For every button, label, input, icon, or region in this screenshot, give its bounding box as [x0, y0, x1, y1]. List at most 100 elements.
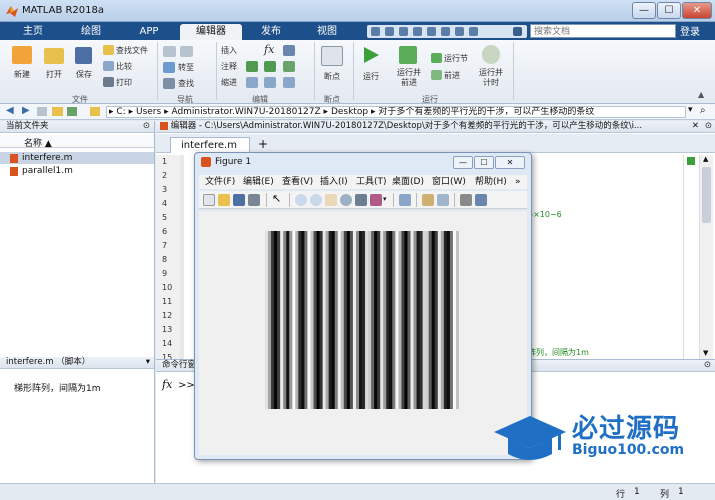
- run-and-time-icon[interactable]: [482, 45, 500, 64]
- paste-icon[interactable]: [413, 27, 422, 36]
- menu-window[interactable]: 窗口(W): [432, 175, 466, 189]
- file-name[interactable]: interfere.m: [22, 152, 72, 164]
- panel-menu-icon[interactable]: ⊙: [704, 360, 711, 371]
- figure-window[interactable]: Figure 1 — ☐ ✕ 文件(F) 编辑(E) 查看(V) 插入(I) 工…: [194, 152, 532, 460]
- find-icon[interactable]: [163, 78, 175, 89]
- data-cursor-icon[interactable]: [355, 194, 367, 206]
- hide-plot-tools-icon[interactable]: [460, 194, 472, 206]
- run-section-icon[interactable]: [431, 53, 442, 63]
- run-section-button[interactable]: 运行节: [444, 53, 468, 64]
- uncomment-icon[interactable]: [264, 61, 276, 72]
- menu-edit[interactable]: 编辑(E): [243, 175, 274, 189]
- run-icon[interactable]: [362, 46, 380, 64]
- help-dropdown-icon[interactable]: [513, 27, 522, 36]
- advance-icon[interactable]: [431, 70, 442, 80]
- file-list-header[interactable]: 名称 ▲: [0, 135, 154, 149]
- pan-hand-icon[interactable]: [325, 194, 337, 206]
- tab-plots[interactable]: 绘图: [64, 24, 118, 40]
- collapse-icon[interactable]: ▾: [146, 357, 150, 368]
- tab-publish[interactable]: 发布: [246, 24, 296, 40]
- new-figure-icon[interactable]: [203, 194, 215, 206]
- editor-tab-interfere[interactable]: interfere.m: [170, 137, 250, 153]
- name-column-header[interactable]: 名称 ▲: [24, 136, 52, 149]
- interference-fringe-image[interactable]: [265, 231, 459, 409]
- new-icon[interactable]: [12, 46, 32, 64]
- link-plot-icon[interactable]: [399, 194, 411, 206]
- find-files-button[interactable]: 查找文件: [116, 45, 148, 56]
- new-tab-button[interactable]: +: [255, 138, 271, 152]
- redo-icon[interactable]: [441, 27, 450, 36]
- comment-button[interactable]: 注释: [221, 61, 237, 72]
- print-icon[interactable]: [103, 77, 114, 87]
- close-editor-icon[interactable]: ✕: [692, 121, 699, 132]
- minimize-button[interactable]: —: [632, 2, 656, 19]
- run-advance-icon[interactable]: [399, 46, 417, 64]
- up-folder-icon[interactable]: [37, 107, 47, 116]
- format-icon[interactable]: [283, 45, 295, 56]
- print-figure-icon[interactable]: [248, 194, 260, 206]
- open-button[interactable]: 打开: [40, 69, 68, 80]
- function-browser-icon[interactable]: fx: [162, 378, 172, 391]
- insert-function-button[interactable]: fx: [264, 43, 274, 56]
- editor-scrollbar[interactable]: ▲ ▼: [699, 155, 713, 360]
- current-folder-path[interactable]: ▸ C: ▸ Users ▸ Administrator.WIN7U-20180…: [106, 106, 686, 118]
- forward-arrow-icon[interactable]: ▶: [22, 105, 30, 116]
- legend-icon[interactable]: [437, 194, 449, 206]
- undo-icon[interactable]: [427, 27, 436, 36]
- zoom-in-icon[interactable]: [295, 194, 307, 206]
- collapse-ribbon-icon[interactable]: ▲: [698, 90, 704, 99]
- run-and-advance-button[interactable]: 运行并 前进: [392, 68, 426, 88]
- scroll-down-icon[interactable]: ▼: [703, 349, 708, 357]
- rotate-3d-icon[interactable]: [340, 194, 352, 206]
- save-icon[interactable]: [75, 47, 92, 64]
- goto-icon[interactable]: [163, 62, 175, 73]
- switch-windows-icon[interactable]: [455, 27, 464, 36]
- menu-view[interactable]: 查看(V): [282, 175, 313, 189]
- compare-button[interactable]: 比较: [116, 61, 132, 72]
- tab-view[interactable]: 视图: [300, 24, 354, 40]
- breakpoints-icon[interactable]: [321, 46, 343, 66]
- smart-indent-icon[interactable]: [246, 77, 258, 88]
- run-button[interactable]: 运行: [358, 71, 384, 82]
- brush-icon[interactable]: [370, 194, 382, 206]
- menu-overflow-icon[interactable]: »: [515, 175, 521, 189]
- tab-apps[interactable]: APP: [122, 24, 176, 40]
- save-button[interactable]: 保存: [70, 69, 98, 80]
- comment-icon[interactable]: [246, 61, 258, 72]
- login-link[interactable]: 登录: [680, 23, 700, 38]
- back-forward-icon[interactable]: [163, 46, 176, 57]
- save-figure-icon[interactable]: [233, 194, 245, 206]
- increase-indent-icon[interactable]: [264, 77, 276, 88]
- path-segment-desktop[interactable]: Desktop: [331, 107, 368, 117]
- copy-icon[interactable]: [399, 27, 408, 36]
- find-button[interactable]: 查找: [178, 78, 194, 89]
- code-analyzer-status-icon[interactable]: [687, 157, 695, 165]
- close-button[interactable]: ✕: [682, 2, 712, 19]
- menu-desktop[interactable]: 桌面(D): [392, 175, 424, 189]
- maximize-button[interactable]: ☐: [657, 2, 681, 19]
- editor-menu-icon[interactable]: ⊙: [705, 121, 712, 132]
- path-segment-users[interactable]: Users: [136, 107, 161, 117]
- menu-file[interactable]: 文件(F): [205, 175, 235, 189]
- compare-icon[interactable]: [103, 61, 114, 71]
- run-and-time-button[interactable]: 运行并 计时: [474, 68, 508, 88]
- panel-menu-icon[interactable]: ⊙: [143, 121, 150, 132]
- search-documentation-input[interactable]: [530, 24, 676, 38]
- path-segment-drive[interactable]: C:: [116, 107, 125, 117]
- figure-close-button[interactable]: ✕: [495, 156, 525, 169]
- indent-button[interactable]: 缩进: [221, 77, 237, 88]
- path-segment-folder[interactable]: 对于多个有差频的平行光的干涉，可以产生移动的条纹: [378, 107, 594, 117]
- find-files-icon[interactable]: [103, 45, 114, 55]
- figure-minimize-button[interactable]: —: [453, 156, 473, 169]
- path-segment-user[interactable]: Administrator.WIN7U-20180127Z: [171, 107, 320, 117]
- insert-button[interactable]: 插入: [221, 45, 237, 56]
- menu-help[interactable]: 帮助(H): [475, 175, 507, 189]
- file-row[interactable]: interfere.m: [0, 152, 154, 164]
- tab-home[interactable]: 主页: [8, 24, 58, 40]
- zoom-out-icon[interactable]: [310, 194, 322, 206]
- menu-insert[interactable]: 插入(I): [320, 175, 348, 189]
- show-plot-tools-icon[interactable]: [475, 194, 487, 206]
- figure-maximize-button[interactable]: ☐: [474, 156, 494, 169]
- file-name[interactable]: parallel1.m: [22, 165, 73, 177]
- save-icon[interactable]: [371, 27, 380, 36]
